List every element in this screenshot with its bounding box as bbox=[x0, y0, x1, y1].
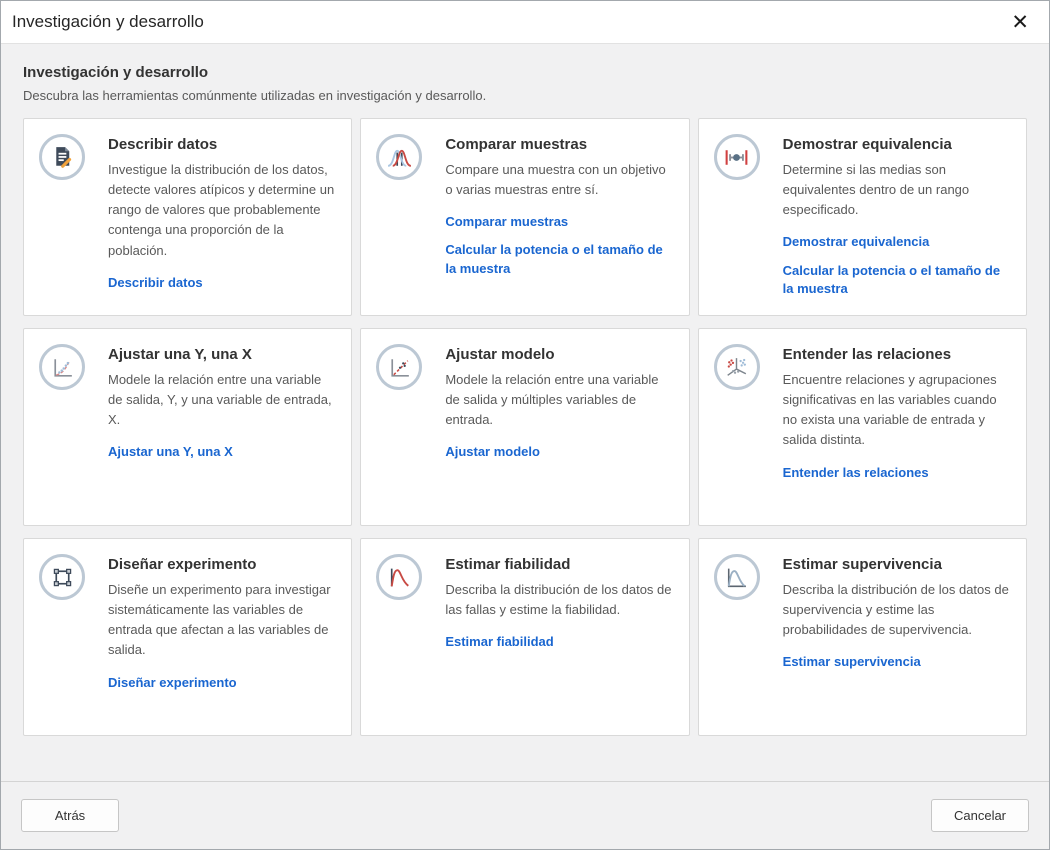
card-links: Demostrar equivalencia Calcular la potenc… bbox=[783, 233, 1010, 298]
tool-card: Estimar supervivencia Describa la distri… bbox=[698, 538, 1027, 736]
card-title: Estimar fiabilidad bbox=[445, 556, 672, 573]
dialog-titlebar: Investigación y desarrollo ✕ bbox=[1, 1, 1049, 44]
overlapping-distributions-icon bbox=[376, 134, 422, 180]
tool-card: Estimar fiabilidad Describa la distribuc… bbox=[360, 538, 689, 736]
tool-card: Describir datos Investigue la distribuci… bbox=[23, 118, 352, 316]
equivalence-interval-icon bbox=[714, 134, 760, 180]
tool-card: Diseñar experimento Diseñe un experiment… bbox=[23, 538, 352, 736]
card-links: Estimar supervivencia bbox=[783, 653, 1010, 671]
card-link[interactable]: Ajustar modelo bbox=[445, 443, 672, 461]
dialog-footer: Atrás Cancelar bbox=[1, 781, 1049, 849]
card-link[interactable]: Calcular la potencia o el tamaño de la m… bbox=[445, 241, 672, 277]
card-link[interactable]: Entender las relaciones bbox=[783, 464, 1010, 482]
section-subtitle: Descubra las herramientas comúnmente uti… bbox=[23, 88, 1027, 103]
card-link[interactable]: Demostrar equivalencia bbox=[783, 233, 1010, 251]
card-description: Describa la distribución de los datos de… bbox=[445, 580, 672, 620]
card-description: Diseñe un experimento para investigar si… bbox=[108, 580, 335, 661]
cancel-button[interactable]: Cancelar bbox=[931, 799, 1029, 832]
cards-grid: Describir datos Investigue la distribuci… bbox=[23, 118, 1027, 736]
card-link[interactable]: Ajustar una Y, una X bbox=[108, 443, 335, 461]
dialog-content: Investigación y desarrollo Descubra las … bbox=[1, 44, 1049, 781]
research-development-dialog: Investigación y desarrollo ✕ Investigaci… bbox=[0, 0, 1050, 850]
card-description: Encuentre relaciones y agrupaciones sign… bbox=[783, 370, 1010, 451]
card-title: Comparar muestras bbox=[445, 136, 672, 153]
card-links: Describir datos bbox=[108, 274, 335, 292]
card-link[interactable]: Calcular la potencia o el tamaño de la m… bbox=[783, 262, 1010, 298]
survival-distribution-icon bbox=[714, 554, 760, 600]
card-description: Modele la relación entre una variable de… bbox=[108, 370, 335, 430]
card-links: Entender las relaciones bbox=[783, 464, 1010, 482]
card-title: Entender las relaciones bbox=[783, 346, 1010, 363]
section-heading: Investigación y desarrollo bbox=[23, 64, 1027, 81]
dialog-title: Investigación y desarrollo bbox=[12, 12, 1005, 32]
card-links: Ajustar una Y, una X bbox=[108, 443, 335, 461]
scatter-curve-icon bbox=[39, 344, 85, 390]
scatter-3d-icon bbox=[714, 344, 760, 390]
card-title: Diseñar experimento bbox=[108, 556, 335, 573]
card-description: Modele la relación entre una variable de… bbox=[445, 370, 672, 430]
tool-card: Entender las relaciones Encuentre relaci… bbox=[698, 328, 1027, 526]
card-description: Determine si las medias son equivalentes… bbox=[783, 160, 1010, 220]
failure-distribution-icon bbox=[376, 554, 422, 600]
card-links: Diseñar experimento bbox=[108, 674, 335, 692]
card-description: Compare una muestra con un objetivo o va… bbox=[445, 160, 672, 200]
card-links: Ajustar modelo bbox=[445, 443, 672, 461]
close-icon[interactable]: ✕ bbox=[1005, 10, 1035, 35]
card-title: Ajustar modelo bbox=[445, 346, 672, 363]
card-description: Describa la distribución de los datos de… bbox=[783, 580, 1010, 640]
card-link[interactable]: Diseñar experimento bbox=[108, 674, 335, 692]
back-button[interactable]: Atrás bbox=[21, 799, 119, 832]
regression-line-icon bbox=[376, 344, 422, 390]
card-links: Estimar fiabilidad bbox=[445, 633, 672, 651]
tool-card: Demostrar equivalencia Determine si las … bbox=[698, 118, 1027, 316]
tool-card: Comparar muestras Compare una muestra co… bbox=[360, 118, 689, 316]
doe-square-icon bbox=[39, 554, 85, 600]
card-link[interactable]: Comparar muestras bbox=[445, 213, 672, 231]
card-links: Comparar muestras Calcular la potencia o … bbox=[445, 213, 672, 278]
card-title: Demostrar equivalencia bbox=[783, 136, 1010, 153]
card-link[interactable]: Estimar fiabilidad bbox=[445, 633, 672, 651]
tool-card: Ajustar modelo Modele la relación entre … bbox=[360, 328, 689, 526]
card-title: Estimar supervivencia bbox=[783, 556, 1010, 573]
card-link[interactable]: Estimar supervivencia bbox=[783, 653, 1010, 671]
card-title: Ajustar una Y, una X bbox=[108, 346, 335, 363]
tool-card: Ajustar una Y, una X Modele la relación … bbox=[23, 328, 352, 526]
card-title: Describir datos bbox=[108, 136, 335, 153]
document-pencil-icon bbox=[39, 134, 85, 180]
card-description: Investigue la distribución de los datos,… bbox=[108, 160, 335, 261]
card-link[interactable]: Describir datos bbox=[108, 274, 335, 292]
